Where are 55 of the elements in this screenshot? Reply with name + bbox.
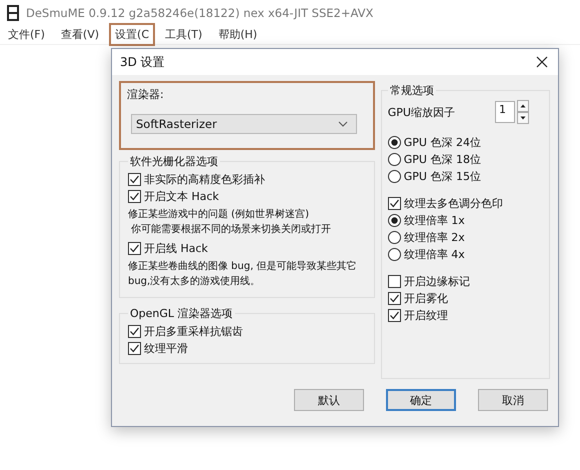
dialog-button[interactable]: 确定 (386, 389, 456, 411)
scale-input-field[interactable]: 1 (495, 101, 515, 123)
radio-button[interactable] (388, 136, 401, 149)
checkbox[interactable] (128, 325, 141, 338)
menu-item[interactable]: 设置(C (109, 22, 156, 46)
radio-label: GPU 色深 24位 (404, 135, 481, 150)
radio-button[interactable] (388, 248, 401, 261)
radio-button[interactable] (388, 231, 401, 244)
chevron-icon (338, 121, 348, 127)
menu-item[interactable]: 文件(F) (2, 22, 51, 46)
checkbox-label: 非实际的高精度色彩插补 (144, 172, 265, 187)
checkbox[interactable] (388, 275, 401, 288)
checkbox-label: 开启纹理 (404, 308, 448, 323)
field-label: GPU缩放因子 (388, 104, 455, 120)
radio-label: 纹理倍率 1x (404, 213, 465, 228)
checkbox-label: 开启文本 Hack (144, 189, 219, 204)
checkbox[interactable] (128, 242, 141, 255)
group-title: OpenGL 渲染器选项 (129, 306, 234, 321)
radio-button[interactable] (388, 170, 401, 183)
checkbox[interactable] (388, 309, 401, 322)
checkbox[interactable] (388, 197, 401, 210)
spin-arrows-icon[interactable] (517, 100, 529, 124)
window-title: DeSmuME 0.9.12 g2a58246e(18122) nex x64-JIT SSE2+AVX (26, 6, 374, 20)
checkbox-label: 开启边缘标记 (404, 274, 470, 289)
radio-label: 纹理倍率 2x (404, 230, 465, 245)
group-title: 常规选项 (388, 83, 435, 98)
menu-item[interactable]: 查看(V) (54, 22, 106, 46)
menu-item[interactable]: 帮助(H) (212, 22, 264, 46)
checkbox[interactable] (128, 190, 141, 203)
group-title: 软件光栅化器选项 (129, 154, 219, 169)
radio-button[interactable] (388, 214, 401, 227)
menu-item[interactable]: 工具(T) (159, 22, 208, 46)
app-icon (6, 5, 20, 21)
checkbox[interactable] (128, 173, 141, 186)
dialog-button[interactable]: 默认 (294, 389, 364, 411)
close-icon[interactable] (536, 56, 548, 68)
checkbox-label: 纹理平滑 (144, 341, 188, 356)
dialog-title: 3D 设置 (120, 54, 165, 70)
checkbox-label: 纹理去多色调分色印 (404, 196, 503, 211)
checkbox-label: 开启雾化 (404, 291, 448, 306)
note-text: 修正某些卷曲线的图像 bug, 但是可能导致某些其它 (128, 260, 358, 274)
radio-button[interactable] (388, 153, 401, 166)
dialog-button[interactable]: 取消 (478, 389, 548, 411)
checkbox-label: 开启线 Hack (144, 241, 208, 256)
radio-label: GPU 色深 18位 (404, 152, 481, 167)
radio-label: 纹理倍率 4x (404, 247, 465, 262)
renderer-dropdown[interactable]: SoftRasterizer (131, 114, 357, 134)
checkbox[interactable] (128, 342, 141, 355)
radio-label: GPU 色深 15位 (404, 169, 481, 184)
checkbox[interactable] (388, 292, 401, 305)
note-text: bug,没有太多的游戏使用线。 (128, 274, 262, 289)
note-text: 你可能需要根据不同的场景来切换关闭或打开 (130, 222, 332, 237)
checkbox-label: 开启多重采样抗锯齿 (144, 324, 243, 339)
note-text: 修正某些游戏中的问题 (例如世界树迷宫) (128, 208, 310, 222)
group-title: 渲染器: (127, 87, 165, 102)
